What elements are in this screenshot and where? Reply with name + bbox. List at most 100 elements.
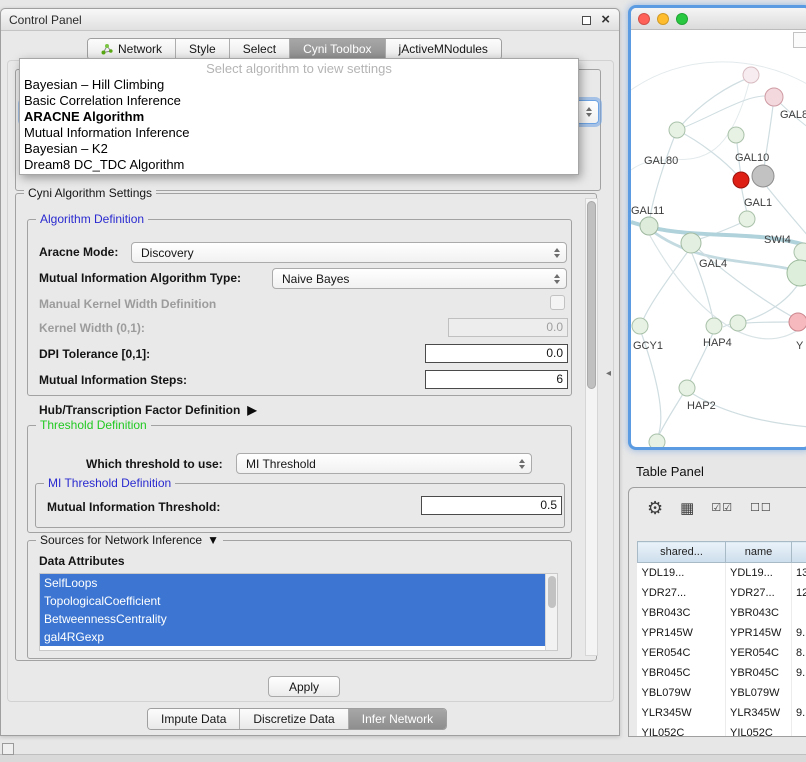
mi-steps-input[interactable]: 6	[425, 370, 568, 389]
expand-right-icon[interactable]: ▶	[247, 403, 256, 417]
network-node[interactable]	[787, 260, 806, 286]
tab-cyni-toolbox[interactable]: Cyni Toolbox	[290, 39, 385, 59]
table-cell[interactable]: YDL19...	[638, 563, 726, 583]
hub-definition-section[interactable]: Hub/Transcription Factor Definition ▶	[39, 403, 257, 417]
table-row[interactable]: YBR043CYBR043C	[638, 603, 806, 623]
table-cell[interactable]: YBR043C	[726, 603, 792, 623]
table-cell[interactable]: YPR145W	[638, 623, 726, 643]
network-node[interactable]	[765, 88, 783, 106]
table-cell[interactable]	[792, 723, 806, 738]
table-cell[interactable]: YIL052C	[638, 723, 726, 738]
table-cell[interactable]: 13	[792, 563, 806, 583]
network-node[interactable]	[669, 122, 685, 138]
settings-scrollbar-thumb[interactable]	[587, 201, 596, 389]
table-cell[interactable]: 8.	[792, 643, 806, 663]
network-node[interactable]	[730, 315, 746, 331]
tab-jactivemnodules[interactable]: jActiveMNodules	[386, 39, 501, 59]
table-cell[interactable]: 9.	[792, 623, 806, 643]
clear-columns-icon[interactable]: ☐☐	[750, 503, 772, 514]
network-node[interactable]	[752, 165, 774, 187]
attribute-item[interactable]: gal4RGexp	[40, 628, 545, 646]
mi-type-select[interactable]: Naive Bayes	[272, 268, 567, 289]
table-cell[interactable]	[792, 683, 806, 703]
settings-scrollbar[interactable]	[585, 198, 598, 656]
table-row[interactable]: YPR145WYPR145W9.	[638, 623, 806, 643]
tab-select[interactable]: Select	[230, 39, 290, 59]
table-row[interactable]: YBL079WYBL079W	[638, 683, 806, 703]
table-row[interactable]: YDL19...YDL19...13	[638, 563, 806, 583]
float-window-icon[interactable]	[582, 16, 591, 25]
collapse-down-icon[interactable]: ▼	[207, 533, 219, 547]
table-row[interactable]: YIL052CYIL052C	[638, 723, 806, 738]
network-node[interactable]	[789, 313, 806, 331]
algorithm-option[interactable]: ARACNE Algorithm	[21, 109, 577, 125]
network-view-window[interactable]: GAL8GAL80GAL10GAL11GAL1SWI4GAL4GCY1HAP4Y…	[628, 5, 806, 450]
table-cell[interactable]: YER054C	[638, 643, 726, 663]
attribute-item[interactable]: TopologicalCoefficient	[40, 592, 545, 610]
network-node[interactable]	[733, 172, 749, 188]
column-header[interactable]: name	[726, 542, 792, 563]
network-node[interactable]	[794, 243, 806, 261]
network-node[interactable]	[743, 67, 759, 83]
algorithm-option[interactable]: Bayesian – Hill Climbing	[21, 77, 577, 93]
table-cell[interactable]: YPR145W	[726, 623, 792, 643]
gear-icon[interactable]: ⚙	[647, 499, 663, 517]
table-cell[interactable]: YER054C	[726, 643, 792, 663]
mi-threshold-input[interactable]: 0.5	[421, 496, 562, 515]
network-node[interactable]	[728, 127, 744, 143]
algorithm-option[interactable]: Bayesian – K2	[21, 141, 577, 157]
table-row[interactable]: YBR045CYBR045C9.	[638, 663, 806, 683]
table-cell[interactable]: 12	[792, 583, 806, 603]
table-row[interactable]: YDR27...YDR27...12	[638, 583, 806, 603]
network-node[interactable]	[739, 211, 755, 227]
algorithm-option[interactable]: Mutual Information Inference	[21, 125, 577, 141]
table-cell[interactable]: YDR27...	[638, 583, 726, 603]
minimized-panel-icon[interactable]	[2, 743, 14, 755]
table-cell[interactable]: YBL079W	[726, 683, 792, 703]
network-canvas-svg[interactable]: GAL8GAL80GAL10GAL11GAL1SWI4GAL4GCY1HAP4Y…	[631, 30, 806, 447]
network-node[interactable]	[706, 318, 722, 334]
kernel-width-input[interactable]: 0.0	[448, 318, 568, 337]
table-cell[interactable]: YBR043C	[638, 603, 726, 623]
tab-discretize-data[interactable]: Discretize Data	[240, 709, 348, 729]
network-node[interactable]	[632, 318, 648, 334]
table-cell[interactable]: YBR045C	[726, 663, 792, 683]
close-traffic-light[interactable]	[638, 13, 650, 25]
dpi-tolerance-input[interactable]: 0.0	[425, 344, 568, 363]
network-window-titlebar[interactable]	[631, 8, 806, 30]
table-cell[interactable]: YBR045C	[638, 663, 726, 683]
network-node[interactable]	[640, 217, 658, 235]
data-attributes-listbox[interactable]: SelfLoopsTopologicalCoefficientBetweenne…	[39, 573, 558, 651]
zoom-traffic-light[interactable]	[676, 13, 688, 25]
attribute-item[interactable]: SelfLoops	[40, 574, 545, 592]
which-threshold-select[interactable]: MI Threshold	[236, 453, 532, 474]
table-cell[interactable]: YBL079W	[638, 683, 726, 703]
table-cell[interactable]: YLR345W	[638, 703, 726, 723]
tab-infer-network[interactable]: Infer Network	[349, 709, 446, 729]
manual-kernel-checkbox[interactable]	[550, 295, 565, 310]
table-cell[interactable]	[792, 603, 806, 623]
table-cell[interactable]: YLR345W	[726, 703, 792, 723]
network-node[interactable]	[679, 380, 695, 396]
list-scrollbar[interactable]	[545, 574, 557, 650]
tab-style[interactable]: Style	[176, 39, 230, 59]
close-window-icon[interactable]: ×	[601, 10, 610, 30]
network-scrollbar-button[interactable]	[793, 32, 806, 48]
table-row[interactable]: YER054CYER054C8.	[638, 643, 806, 663]
tab-impute-data[interactable]: Impute Data	[148, 709, 240, 729]
algorithm-option[interactable]: Basic Correlation Inference	[21, 93, 577, 109]
table-cell[interactable]: YDL19...	[726, 563, 792, 583]
attribute-item[interactable]: BetweennessCentrality	[40, 610, 545, 628]
list-scrollbar-thumb[interactable]	[548, 576, 556, 608]
apply-button[interactable]: Apply	[268, 676, 340, 697]
algorithm-option[interactable]: Dream8 DC_TDC Algorithm	[21, 157, 577, 173]
table-cell[interactable]: YIL052C	[726, 723, 792, 738]
panel-collapse-arrow[interactable]: ◂	[606, 368, 611, 379]
table-cell[interactable]: YDR27...	[726, 583, 792, 603]
select-columns-icon[interactable]: ☑☑	[711, 503, 733, 514]
column-header[interactable]	[792, 542, 806, 563]
table-cell[interactable]: 9.	[792, 663, 806, 683]
column-header[interactable]: shared...	[638, 542, 726, 563]
control-panel-titlebar[interactable]: Control Panel ×	[1, 9, 619, 31]
columns-icon[interactable]: ▦	[680, 501, 694, 516]
